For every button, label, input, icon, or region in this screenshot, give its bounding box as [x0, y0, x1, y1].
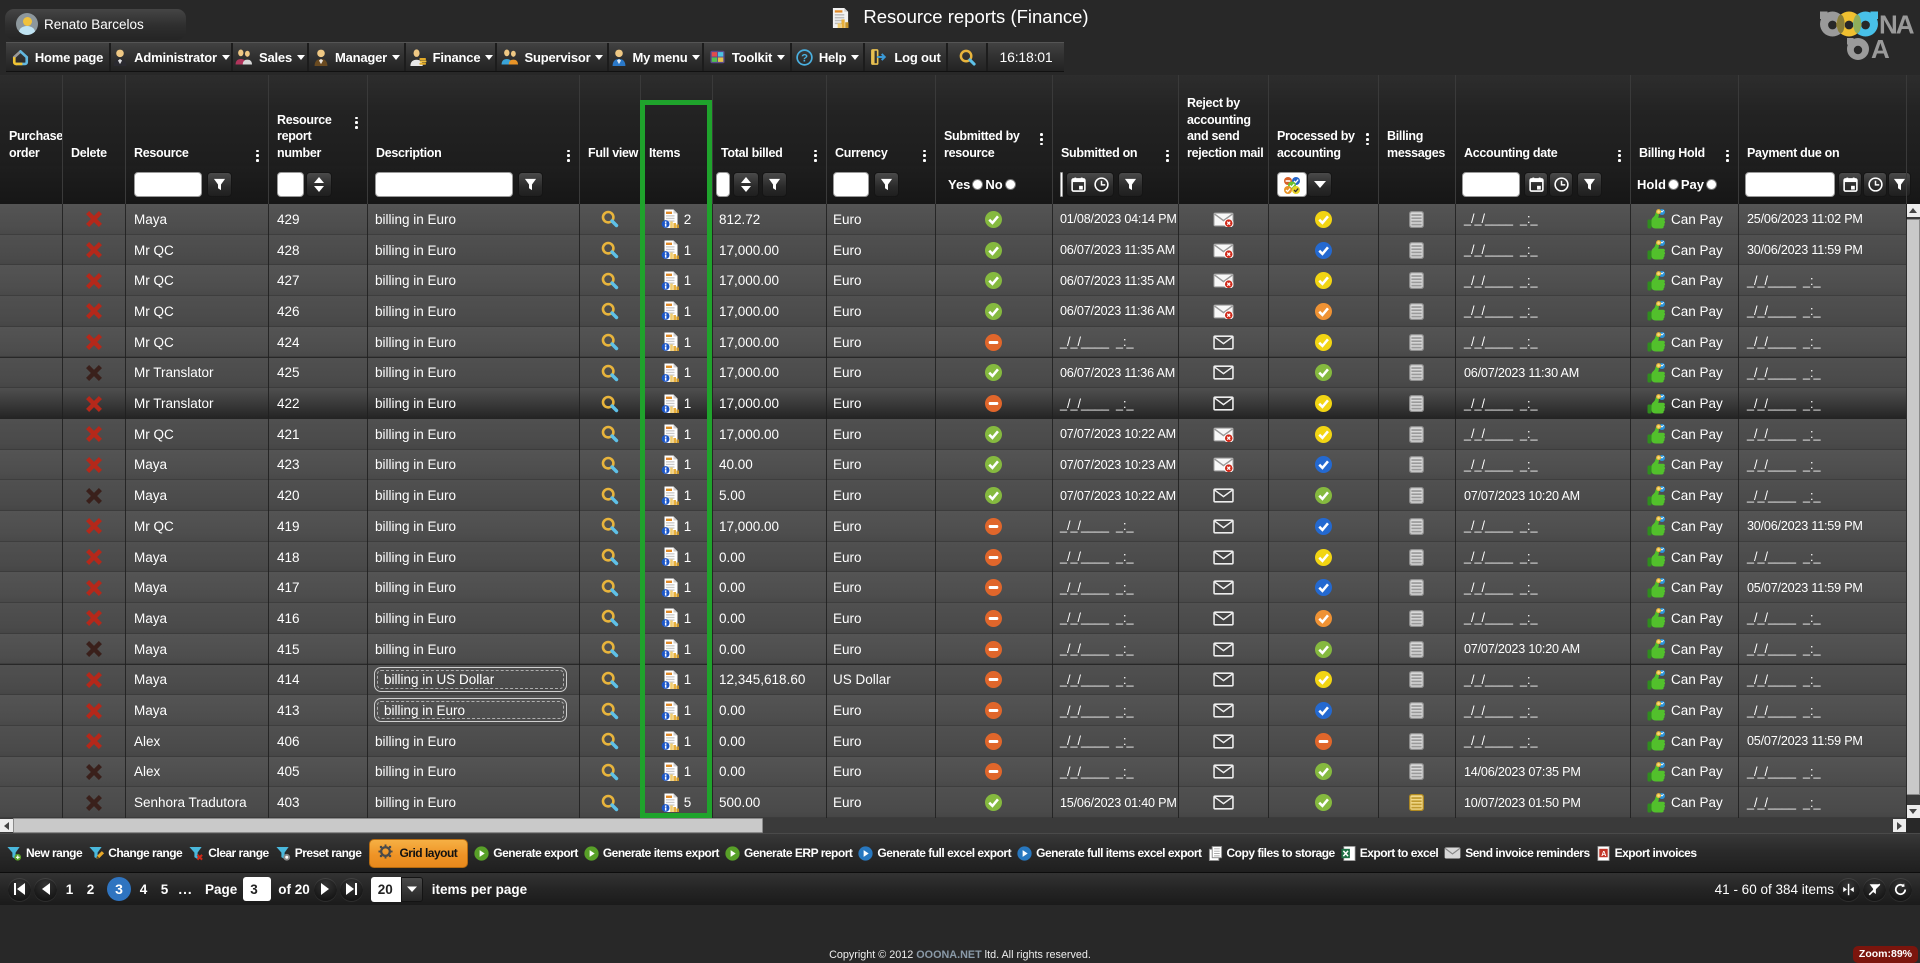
svg-text:A: A	[1871, 34, 1890, 61]
